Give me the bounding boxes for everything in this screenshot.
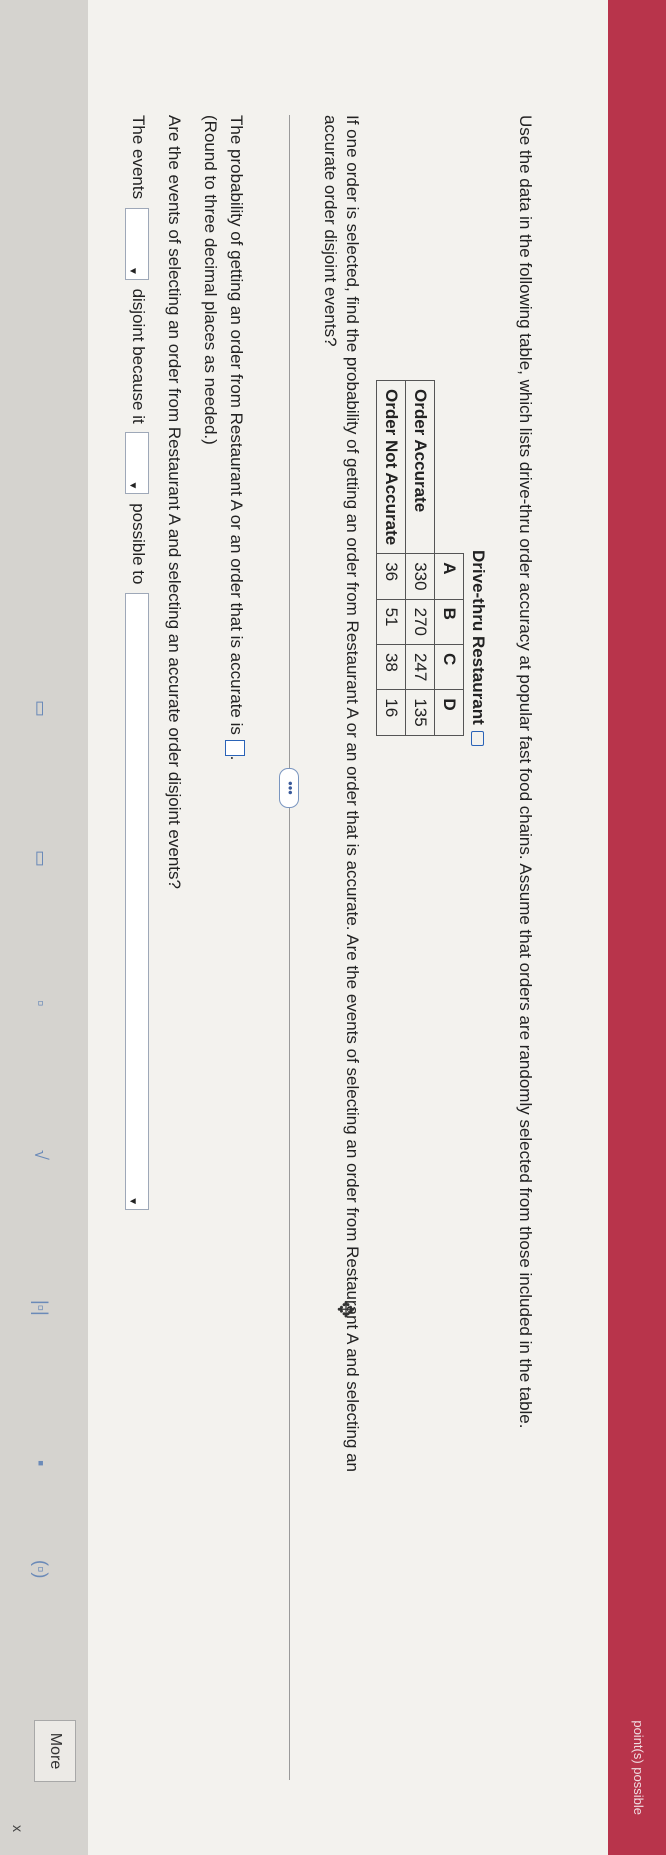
reason-dropdown[interactable]: ▼ [125,593,150,1211]
points-possible: point(s) possible [631,1720,646,1815]
parenthesis-tool-icon[interactable]: (▫) [30,1560,51,1578]
probability-question: The probability of getting an order from… [227,115,246,735]
data-table: A B C D Order Accurate 330 270 247 135 O… [376,380,464,736]
close-icon[interactable]: x [10,1825,26,1832]
exponent-tool-icon[interactable]: ▫ [30,1000,51,1006]
expand-button[interactable]: ••• [279,768,299,808]
table-cell: 330 [405,553,435,600]
period: . [227,755,246,761]
data-table-block: Drive-thru Restaurant A B C D Order Accu… [376,380,488,746]
chevron-down-icon: ▼ [127,1196,139,1207]
fraction-tool-icon[interactable]: ▭ [30,700,51,717]
table-cell: 270 [405,599,435,645]
probability-answer-input[interactable] [225,739,246,756]
table-title: Drive-thru Restaurant [468,550,488,746]
row-label: Order Accurate [405,380,435,554]
table-row: Order Accurate 330 270 247 135 [405,380,435,736]
table-header-cell: C [434,644,464,690]
table-header-cell: D [434,689,464,736]
table-title-text: Drive-thru Restaurant [469,550,488,725]
top-bar: point(s) possible [608,0,666,1855]
table-header-cell: A [434,553,464,600]
is-is-not-dropdown[interactable]: ▼ [125,432,150,495]
rounding-note: (Round to three decimal places as needed… [201,115,220,445]
row-label: Order Not Accurate [376,380,406,554]
question-intro: Use the data in the following table, whi… [516,115,535,1429]
table-row: Order Not Accurate 36 51 38 16 [376,380,406,736]
events-prefix: The events [129,115,148,200]
are-are-not-dropdown[interactable]: ▼ [125,207,150,280]
table-corner [435,381,464,554]
table-cell: 51 [376,599,406,645]
abs-tool-icon[interactable]: |▫| [30,1300,51,1316]
question-panel: Use the data in the following table, whi… [88,0,608,1855]
answer-area: The probability of getting an order from… [113,115,248,1214]
disjoint-question: Are the events of selecting an order fro… [165,115,184,889]
more-button[interactable]: More [34,1720,76,1782]
answer-line-disjoint: The events ▼ disjoint because it ▼ possi… [125,115,150,1214]
possible-to: possible to [129,503,148,585]
copy-table-icon[interactable] [470,730,484,746]
disjoint-because: disjoint because it [129,288,148,424]
table-cell: 36 [376,553,406,600]
chevron-down-icon: ▼ [127,265,139,276]
table-cell: 247 [405,644,435,690]
screen: point(s) possible Use the data in the fo… [0,0,666,1855]
table-cell: 16 [376,689,406,736]
table-cell: 135 [405,689,435,736]
sqrt-tool-icon[interactable]: √ [30,1150,51,1160]
mixed-number-tool-icon[interactable]: ▭ [30,850,51,867]
divider [289,115,290,1780]
table-header-row: A B C D [434,381,464,736]
table-cell: 38 [376,644,406,690]
decimal-tool-icon[interactable]: ▪ [30,1460,51,1466]
table-header-cell: B [434,599,464,645]
move-icon[interactable]: ✥ [332,1300,358,1318]
chevron-down-icon: ▼ [127,480,139,491]
answer-line-probability: The probability of getting an order from… [224,115,248,1214]
